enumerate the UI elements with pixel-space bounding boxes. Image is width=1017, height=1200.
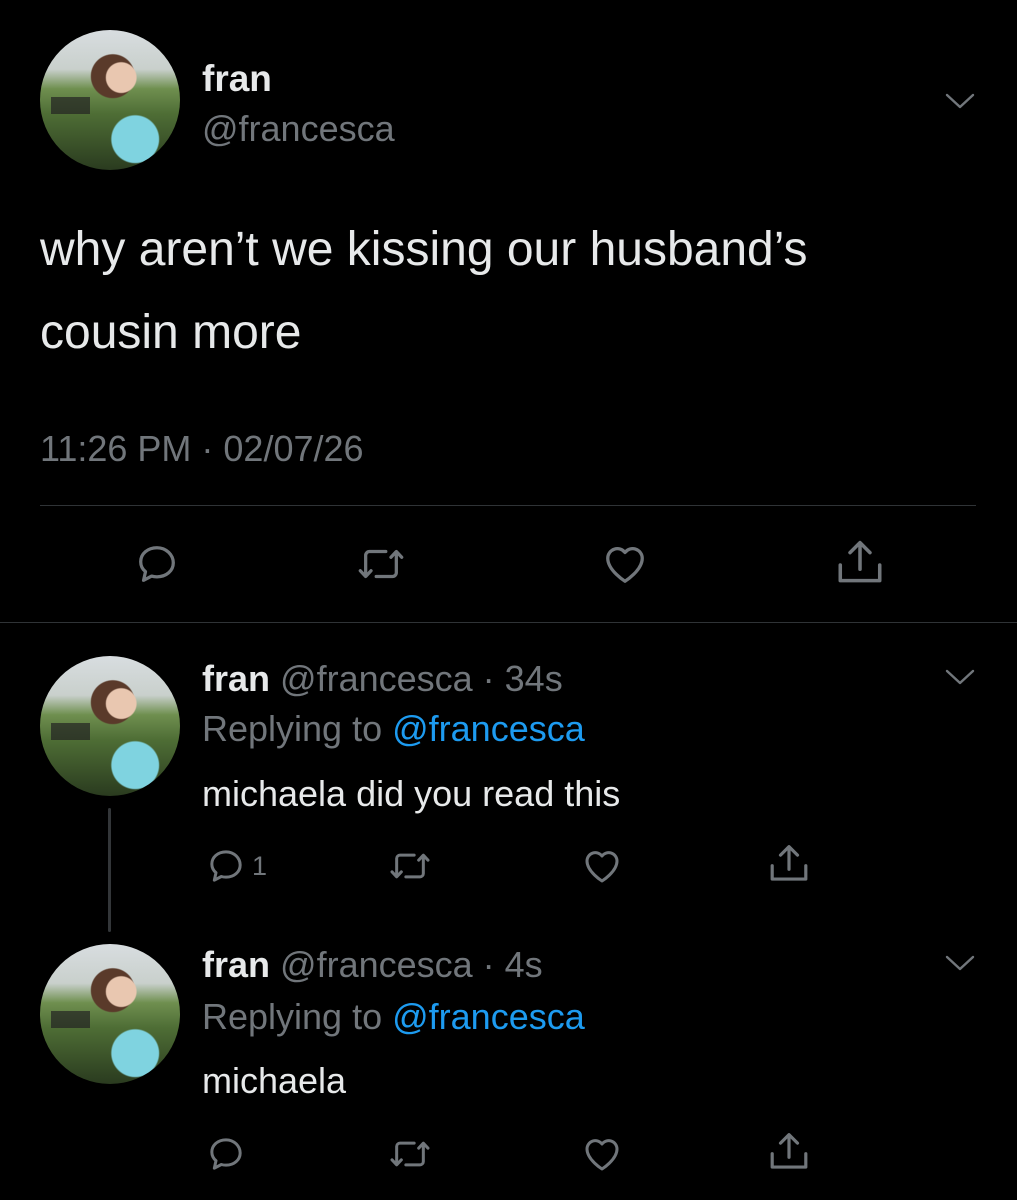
reply-icon xyxy=(210,1138,242,1170)
like-button[interactable] xyxy=(600,541,650,587)
share-icon xyxy=(770,1133,808,1169)
display-name[interactable]: fran xyxy=(202,944,270,985)
display-name[interactable]: fran xyxy=(202,658,270,699)
avatar[interactable] xyxy=(40,656,180,796)
reply-header: fran @francesca · 34s xyxy=(202,658,563,700)
like-button[interactable] xyxy=(580,1134,624,1174)
like-icon xyxy=(585,851,619,883)
divider xyxy=(0,622,1017,623)
retweet-icon xyxy=(390,853,430,879)
share-icon xyxy=(838,540,882,583)
thread-line xyxy=(108,808,111,932)
tweet-text-line-2: cousin more xyxy=(40,306,302,359)
reply-text: michaela did you read this xyxy=(202,773,621,814)
chevron-down-icon[interactable] xyxy=(945,954,975,972)
replying-to-label: Replying to xyxy=(202,996,383,1037)
retweet-button[interactable] xyxy=(356,541,406,587)
replying-to-label: Replying to xyxy=(202,708,383,749)
replying-to-handle[interactable]: @francesca xyxy=(392,996,585,1037)
replying-to: Replying to @francesca xyxy=(202,708,585,750)
retweet-button[interactable] xyxy=(388,846,432,886)
reply-icon xyxy=(139,546,175,582)
reply-header: fran @francesca · 4s xyxy=(202,944,543,986)
share-icon xyxy=(770,845,808,881)
handle-time: @francesca · 34s xyxy=(280,658,563,699)
reply-button[interactable]: 1 xyxy=(206,846,267,886)
divider xyxy=(40,505,976,506)
like-button[interactable] xyxy=(580,846,624,886)
tweet-text-line-1: why aren’t we kissing our husband’s xyxy=(40,223,808,276)
timestamp: 11:26 PM · 02/07/26 xyxy=(40,428,364,469)
reply-button[interactable] xyxy=(206,1134,246,1174)
retweet-icon xyxy=(390,1141,430,1167)
replying-to-handle[interactable]: @francesca xyxy=(392,708,585,749)
retweet-button[interactable] xyxy=(388,1134,432,1174)
handle[interactable]: @francesca xyxy=(202,108,395,150)
replying-to: Replying to @francesca xyxy=(202,996,585,1038)
reply-text: michaela xyxy=(202,1060,347,1101)
like-icon xyxy=(585,1139,619,1171)
retweet-icon xyxy=(358,549,404,579)
like-icon xyxy=(606,547,644,583)
chevron-down-icon[interactable] xyxy=(945,92,975,110)
reply-button[interactable] xyxy=(134,541,180,587)
share-button[interactable] xyxy=(833,538,887,588)
display-name[interactable]: fran xyxy=(202,58,272,100)
reply-icon xyxy=(210,850,242,882)
share-button[interactable] xyxy=(766,842,812,886)
share-button[interactable] xyxy=(766,1130,812,1174)
chevron-down-icon[interactable] xyxy=(945,668,975,686)
handle-time: @francesca · 4s xyxy=(280,944,543,985)
avatar[interactable] xyxy=(40,944,180,1084)
avatar[interactable] xyxy=(40,30,180,170)
reply-count: 1 xyxy=(252,850,268,881)
